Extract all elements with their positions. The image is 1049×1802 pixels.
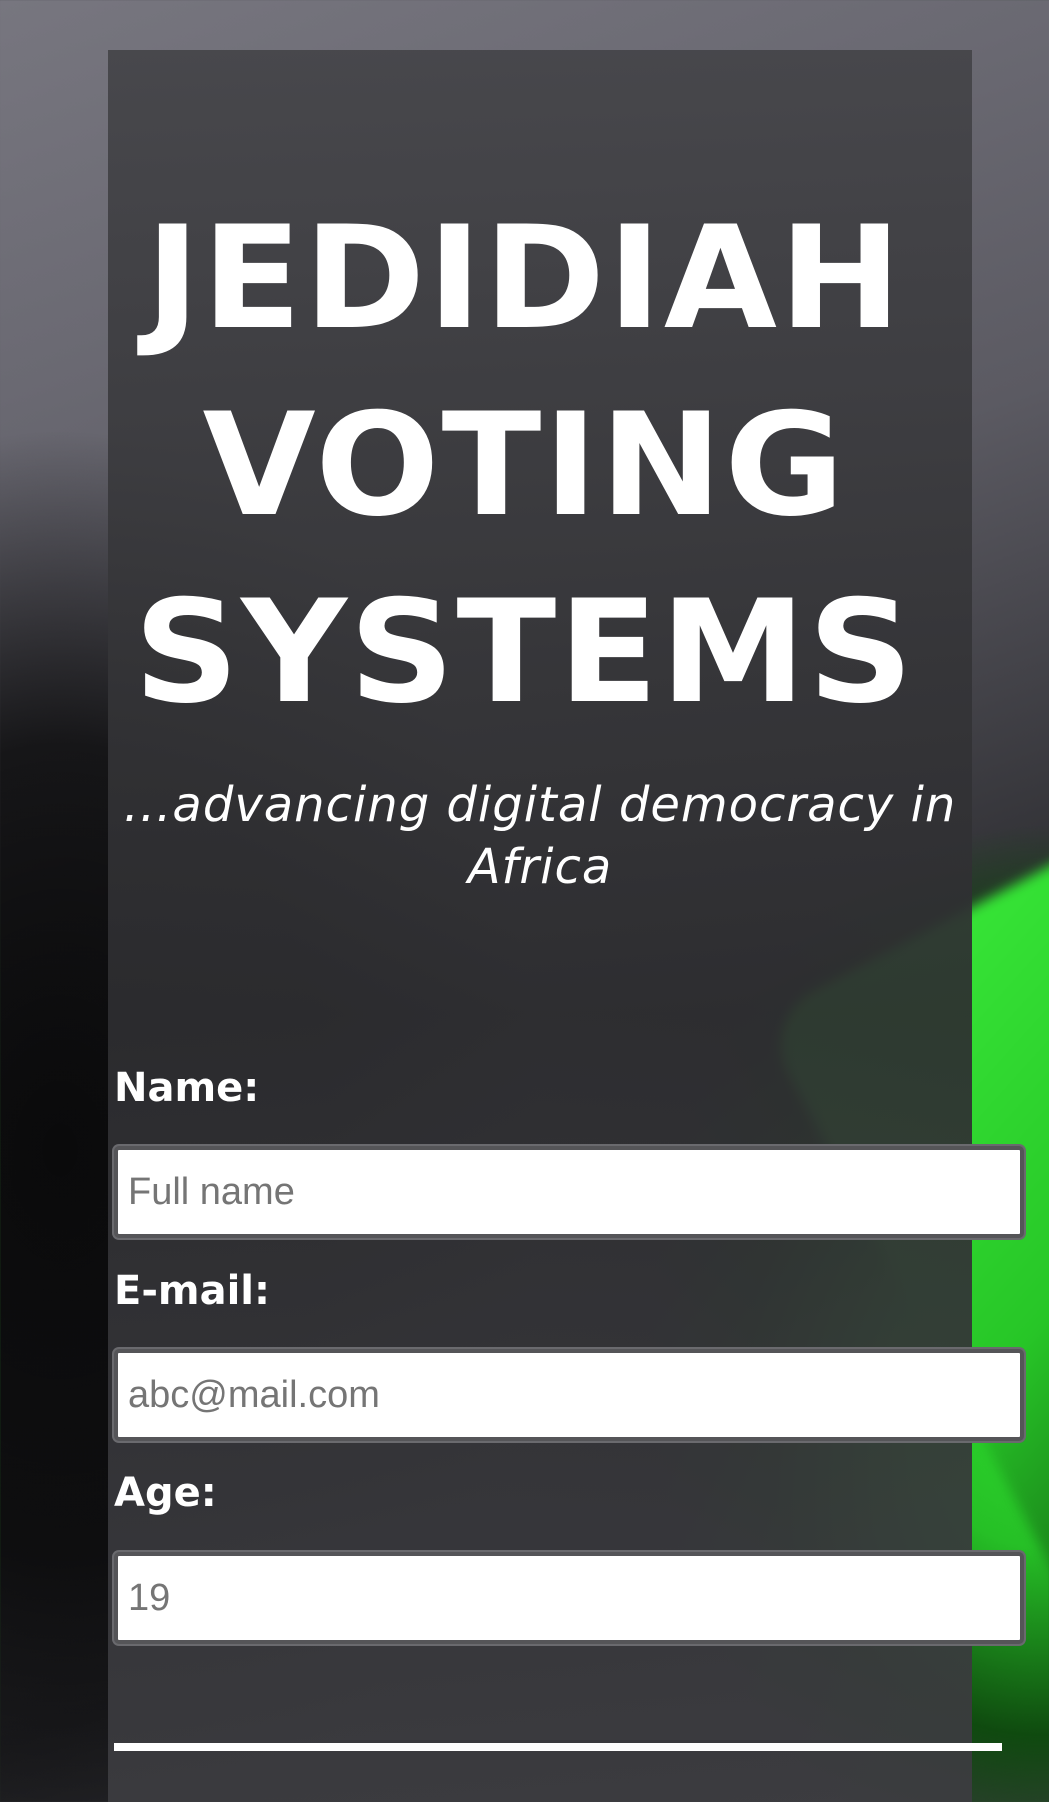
name-label: Name: — [114, 1065, 260, 1111]
title-line-3: SYSTEMS — [133, 570, 916, 735]
age-input[interactable] — [114, 1552, 1024, 1644]
title-line-1: JEDIDIAH — [145, 196, 904, 361]
age-label: Age: — [114, 1470, 217, 1516]
form-divider — [114, 1743, 1002, 1751]
name-input[interactable] — [114, 1146, 1024, 1238]
tagline: ...advancing digital democracy in Africa — [123, 777, 957, 895]
email-input[interactable] — [114, 1349, 1024, 1441]
title-line-2: VOTING — [202, 383, 847, 548]
page-title: JEDIDIAH VOTING SYSTEMS — [0, 185, 1049, 746]
email-label: E-mail: — [114, 1268, 271, 1314]
